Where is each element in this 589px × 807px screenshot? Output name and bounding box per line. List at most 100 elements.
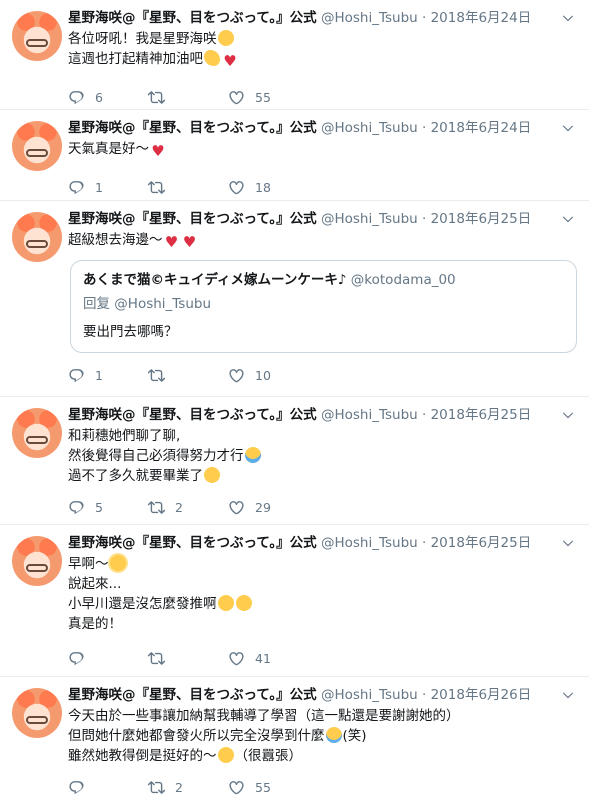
heart-icon — [228, 367, 245, 384]
chevron-down-icon[interactable] — [561, 535, 575, 549]
retweet-button[interactable] — [148, 650, 228, 667]
tweet-line: （很囂張） — [234, 748, 303, 764]
tweet-date[interactable]: 2018年6月25日 — [431, 211, 532, 227]
tweet-actions: 2 55 — [68, 769, 579, 805]
retweet-icon — [148, 89, 165, 106]
chevron-down-icon[interactable] — [561, 120, 575, 134]
worried-face-icon — [235, 595, 252, 611]
tweet-header: 星野海咲@『星野、目をつぶって。』公式 @Hoshi_Tsubu · 2018年… — [68, 9, 579, 28]
like-button[interactable]: 29 — [228, 499, 271, 516]
chevron-down-icon[interactable] — [561, 407, 575, 421]
like-count: 10 — [255, 367, 271, 383]
separator: · — [422, 687, 427, 703]
author-handle[interactable]: @Hoshi_Tsubu — [321, 10, 418, 26]
avatar[interactable] — [12, 11, 62, 61]
tweet-actions: 5 2 29 — [68, 489, 579, 525]
quoted-author-handle[interactable]: @kotodama_00 — [351, 272, 456, 288]
tweet[interactable]: 星野海咲@『星野、目をつぶって。』公式 @Hoshi_Tsubu · 2018年… — [0, 0, 589, 110]
author-name[interactable]: 星野海咲@『星野、目をつぶって。』公式 — [68, 687, 317, 703]
tweet-line: 早啊～ — [68, 556, 109, 572]
author-name[interactable]: 星野海咲@『星野、目をつぶって。』公式 — [68, 407, 317, 423]
reply-count: 6 — [95, 89, 103, 105]
retweet-button[interactable] — [148, 179, 228, 196]
author-handle[interactable]: @Hoshi_Tsubu — [321, 535, 418, 551]
quoted-reply-to[interactable]: 回复 @Hoshi_Tsubu — [83, 294, 564, 314]
tweet-line: 這週也打起精神加油吧 — [68, 51, 203, 67]
smirking-face-icon — [217, 747, 234, 763]
tweet[interactable]: 星野海咲@『星野、目をつぶって。』公式 @Hoshi_Tsubu · 2018年… — [0, 677, 589, 807]
flexed-biceps-icon — [204, 50, 220, 66]
like-button[interactable]: 10 — [228, 367, 271, 384]
avatar[interactable] — [12, 536, 62, 586]
like-button[interactable]: 55 — [228, 89, 271, 106]
quoted-author-name[interactable]: あくまで猫©キュイディメ嫁ムーンケーキ♪ — [83, 272, 347, 288]
retweet-button[interactable] — [148, 367, 228, 384]
tweet-line: 然後覺得自己必須得努力才行 — [68, 448, 244, 464]
tweet-text: 和莉穗她們聊了聊, 然後覺得自己必須得努力才行 過不了多久就要畢業了 — [68, 426, 579, 486]
worried-face-icon — [217, 595, 234, 611]
tweet-date[interactable]: 2018年6月25日 — [431, 407, 532, 423]
author-name[interactable]: 星野海咲@『星野、目をつぶって。』公式 — [68, 10, 317, 26]
separator: · — [422, 407, 427, 423]
chevron-down-icon[interactable] — [561, 10, 575, 24]
avatar[interactable] — [12, 212, 62, 262]
tweet-header: 星野海咲@『星野、目をつぶって。』公式 @Hoshi_Tsubu · 2018年… — [68, 210, 579, 229]
sun-icon — [109, 555, 126, 571]
reply-button[interactable]: 1 — [68, 179, 148, 196]
tweet[interactable]: 星野海咲@『星野、目をつぶって。』公式 @Hoshi_Tsubu · 2018年… — [0, 397, 589, 525]
author-handle[interactable]: @Hoshi_Tsubu — [321, 211, 418, 227]
heart-icon — [228, 179, 245, 196]
tweet-date[interactable]: 2018年6月24日 — [431, 120, 532, 136]
tweet-actions: 41 — [68, 640, 579, 676]
reply-button[interactable]: 6 — [68, 89, 148, 106]
tweet[interactable]: 星野海咲@『星野、目をつぶって。』公式 @Hoshi_Tsubu · 2018年… — [0, 201, 589, 397]
quoted-tweet[interactable]: あくまで猫©キュイディメ嫁ムーンケーキ♪ @kotodama_00 回复 @Ho… — [70, 260, 577, 353]
chevron-down-icon[interactable] — [561, 211, 575, 225]
reply-count: 1 — [95, 179, 103, 195]
reply-button[interactable]: 5 — [68, 499, 148, 516]
retweet-button[interactable]: 2 — [148, 499, 228, 516]
like-button[interactable]: 55 — [228, 779, 271, 796]
quoted-text: 要出門去哪嗎？ — [83, 324, 178, 340]
author-name[interactable]: 星野海咲@『星野、目をつぶって。』公式 — [68, 120, 317, 136]
heart-icon — [228, 89, 245, 106]
tweet-date[interactable]: 2018年6月24日 — [431, 10, 532, 26]
tweet[interactable]: 星野海咲@『星野、目をつぶって。』公式 @Hoshi_Tsubu · 2018年… — [0, 525, 589, 677]
avatar[interactable] — [12, 688, 62, 738]
tweet-line: 雖然她教得倒是挺好的～ — [68, 748, 217, 764]
like-count: 55 — [255, 779, 271, 795]
like-count: 18 — [255, 179, 271, 195]
tweet-header: 星野海咲@『星野、目をつぶって。』公式 @Hoshi_Tsubu · 2018年… — [68, 534, 579, 553]
tweet[interactable]: 星野海咲@『星野、目をつぶって。』公式 @Hoshi_Tsubu · 2018年… — [0, 110, 589, 201]
retweet-button[interactable] — [148, 89, 228, 106]
retweet-button[interactable]: 2 — [148, 779, 228, 796]
like-button[interactable]: 41 — [228, 650, 271, 667]
author-name[interactable]: 星野海咲@『星野、目をつぶって。』公式 — [68, 211, 317, 227]
author-handle[interactable]: @Hoshi_Tsubu — [321, 407, 418, 423]
avatar[interactable] — [12, 408, 62, 458]
author-handle[interactable]: @Hoshi_Tsubu — [321, 687, 418, 703]
tweet-header: 星野海咲@『星野、目をつぶって。』公式 @Hoshi_Tsubu · 2018年… — [68, 119, 579, 138]
like-button[interactable]: 18 — [228, 179, 271, 196]
author-handle[interactable]: @Hoshi_Tsubu — [321, 120, 418, 136]
tweet-text: 超級想去海邊～ ♥ ♥ — [68, 230, 579, 250]
tweet-line: 說起來... — [68, 576, 122, 592]
tweet-date[interactable]: 2018年6月26日 — [431, 687, 532, 703]
author-name[interactable]: 星野海咲@『星野、目をつぶって。』公式 — [68, 535, 317, 551]
reply-button[interactable] — [68, 779, 148, 796]
reply-button[interactable]: 1 — [68, 367, 148, 384]
red-heart-icon: ♥ — [223, 52, 237, 70]
avatar[interactable] — [12, 121, 62, 171]
tweet-text: 今天由於一些事讓加納幫我輔導了學習（這一點還是要謝謝她的） 但問她什麼她都會發火… — [68, 706, 579, 766]
tweet-line: 真是的！ — [68, 616, 122, 632]
loudly-crying-face-icon — [244, 447, 261, 463]
reply-icon — [68, 89, 85, 106]
reply-button[interactable] — [68, 650, 148, 667]
retweet-count: 2 — [175, 499, 183, 515]
two-hearts-icon: ♥ — [182, 233, 197, 251]
reply-count: 5 — [95, 499, 103, 515]
chevron-down-icon[interactable] — [561, 687, 575, 701]
tweet-line: 小早川還是沒怎麼發推啊 — [68, 596, 217, 612]
tweet-date[interactable]: 2018年6月25日 — [431, 535, 532, 551]
retweet-icon — [148, 779, 165, 796]
